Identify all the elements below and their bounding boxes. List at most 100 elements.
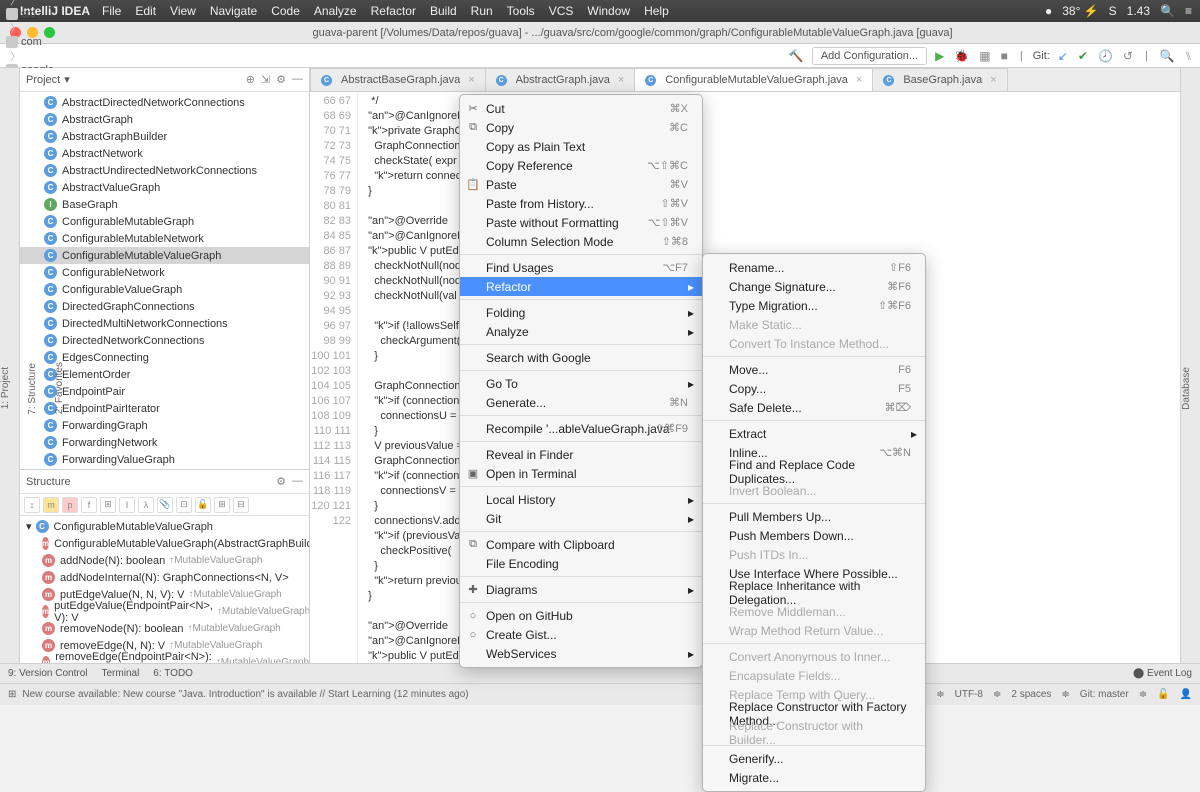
structure-item[interactable]: mputEdgeValue(EndpointPair<N>, V): V↑Mut… bbox=[20, 603, 309, 620]
menu-item[interactable]: Find and Replace Code Duplicates... bbox=[703, 462, 925, 481]
menu-item[interactable]: ○Open on GitHub bbox=[460, 606, 702, 625]
breadcrumb-item[interactable]: src bbox=[6, 8, 180, 20]
run-icon[interactable]: ▶ bbox=[933, 49, 946, 63]
menu-analyze[interactable]: Analyze bbox=[314, 4, 357, 18]
menu-item[interactable]: 📋Paste⌘V bbox=[460, 175, 702, 194]
editor-tab[interactable]: CConfigurableMutableValueGraph.java× bbox=[634, 68, 873, 91]
tool-tab[interactable]: 7: Structure bbox=[27, 363, 38, 415]
tool-tab[interactable]: 1: Project bbox=[0, 367, 11, 409]
menu-code[interactable]: Code bbox=[271, 4, 300, 18]
filter-icon[interactable]: I bbox=[119, 497, 135, 513]
editor-tab[interactable]: CBaseGraph.java× bbox=[872, 68, 1007, 91]
structure-root[interactable]: ConfigurableMutableValueGraph bbox=[54, 521, 213, 533]
tool-tab[interactable]: 2: Favorites bbox=[54, 362, 65, 414]
menu-item[interactable]: Git▸ bbox=[460, 509, 702, 528]
lock-icon[interactable]: 🔓 bbox=[1157, 689, 1169, 700]
version-control-tool[interactable]: 9: Version Control bbox=[8, 668, 88, 679]
structure-item[interactable]: mremoveNode(N): boolean↑MutableValueGrap… bbox=[20, 620, 309, 637]
editor-context-menu[interactable]: ✂Cut⌘X⧉Copy⌘CCopy as Plain TextCopy Refe… bbox=[459, 94, 703, 668]
menu-item[interactable]: ⧉Compare with Clipboard bbox=[460, 535, 702, 554]
close-tab-icon[interactable]: × bbox=[618, 74, 624, 86]
menu-item[interactable]: Type Migration...⇧⌘F6 bbox=[703, 296, 925, 315]
menu-icon[interactable]: ≡ bbox=[1185, 4, 1192, 18]
settings-gear-icon[interactable]: ⚙ bbox=[276, 73, 286, 86]
menu-item[interactable]: File Encoding bbox=[460, 554, 702, 573]
refactor-submenu[interactable]: Rename...⇧F6Change Signature...⌘F6Type M… bbox=[702, 253, 926, 792]
collapse-all-icon[interactable]: ⇲ bbox=[261, 73, 270, 86]
terminal-tool[interactable]: Terminal bbox=[102, 668, 140, 679]
ide-settings-icon[interactable]: ⑊ bbox=[1183, 49, 1194, 63]
menu-item[interactable]: Paste from History...⇧⌘V bbox=[460, 194, 702, 213]
tree-item[interactable]: CDirectedGraphConnections bbox=[20, 298, 309, 315]
vcs-revert-icon[interactable]: ↺ bbox=[1121, 49, 1135, 63]
close-tab-icon[interactable]: × bbox=[856, 74, 862, 86]
filter-icon[interactable]: p bbox=[62, 497, 78, 513]
menu-tools[interactable]: Tools bbox=[507, 4, 535, 18]
menu-item[interactable]: Generate...⌘N bbox=[460, 393, 702, 412]
menu-item[interactable]: Extract▸ bbox=[703, 424, 925, 443]
menu-item[interactable]: ⧉Copy⌘C bbox=[460, 118, 702, 137]
menu-item[interactable]: Find Usages⌥F7 bbox=[460, 258, 702, 277]
menu-build[interactable]: Build bbox=[430, 4, 457, 18]
menu-item[interactable]: ✚Diagrams▸ bbox=[460, 580, 702, 599]
menu-item[interactable]: Local History▸ bbox=[460, 490, 702, 509]
menu-item[interactable]: ▣Open in Terminal bbox=[460, 464, 702, 483]
menu-item[interactable]: Copy...F5 bbox=[703, 379, 925, 398]
menu-item[interactable]: Column Selection Mode⇧⌘8 bbox=[460, 232, 702, 251]
tree-item[interactable]: CDirectedNetworkConnections bbox=[20, 332, 309, 349]
filter-icon[interactable]: f bbox=[81, 497, 97, 513]
run-config-dropdown[interactable]: Add Configuration... bbox=[812, 47, 927, 65]
tree-item[interactable]: IBaseGraph bbox=[20, 196, 309, 213]
settings-gear-icon[interactable]: ⚙ bbox=[276, 475, 286, 488]
menu-item[interactable]: Recompile '...ableValueGraph.java'⇧⌘F9 bbox=[460, 419, 702, 438]
menu-item[interactable]: Replace Inheritance with Delegation... bbox=[703, 583, 925, 602]
menu-item[interactable]: Safe Delete...⌘⌦ bbox=[703, 398, 925, 417]
editor-tab[interactable]: CAbstractGraph.java× bbox=[485, 68, 636, 91]
menu-item[interactable]: Pull Members Up... bbox=[703, 507, 925, 526]
toggle-tools-icon[interactable]: ⊞ bbox=[8, 689, 16, 700]
tree-item[interactable]: CAbstractGraph bbox=[20, 111, 309, 128]
vcs-history-icon[interactable]: 🕗 bbox=[1096, 49, 1115, 63]
menu-item[interactable]: ○Create Gist... bbox=[460, 625, 702, 644]
wifi-icon[interactable]: S bbox=[1109, 4, 1117, 18]
structure-item[interactable]: maddNodeInternal(N): GraphConnections<N,… bbox=[20, 569, 309, 586]
build-icon[interactable]: 🔨 bbox=[787, 49, 806, 63]
expand-icon[interactable]: ⊞ bbox=[214, 497, 230, 513]
menu-refactor[interactable]: Refactor bbox=[371, 4, 416, 18]
tree-item[interactable]: CDirectedMultiNetworkConnections bbox=[20, 315, 309, 332]
menu-navigate[interactable]: Navigate bbox=[210, 4, 257, 18]
tree-item[interactable]: CConfigurableMutableNetwork bbox=[20, 230, 309, 247]
menu-help[interactable]: Help bbox=[644, 4, 669, 18]
structure-item[interactable]: maddNode(N): boolean↑MutableValueGraph bbox=[20, 552, 309, 569]
status-git-branch[interactable]: Git: master bbox=[1080, 689, 1129, 700]
menu-item[interactable]: WebServices▸ bbox=[460, 644, 702, 663]
status-indent[interactable]: 2 spaces bbox=[1011, 689, 1051, 700]
tree-item[interactable]: CAbstractGraphBuilder bbox=[20, 128, 309, 145]
structure-item[interactable]: mConfigurableMutableValueGraph(AbstractG… bbox=[20, 535, 309, 552]
menu-run[interactable]: Run bbox=[471, 4, 493, 18]
search-everywhere-icon[interactable]: 🔍 bbox=[1158, 49, 1177, 63]
tree-item[interactable]: CForwardingGraph bbox=[20, 417, 309, 434]
menu-item[interactable]: Folding▸ bbox=[460, 303, 702, 322]
sort-icon[interactable]: ↕ bbox=[24, 497, 40, 513]
menu-item[interactable]: Reveal in Finder bbox=[460, 445, 702, 464]
editor-tab[interactable]: CAbstractBaseGraph.java× bbox=[310, 68, 486, 91]
vcs-commit-icon[interactable]: ✔ bbox=[1076, 49, 1090, 63]
menu-item[interactable]: Refactor▸ bbox=[460, 277, 702, 296]
menu-item[interactable]: Copy Reference⌥⇧⌘C bbox=[460, 156, 702, 175]
hide-panel-icon[interactable]: — bbox=[292, 475, 303, 488]
clock[interactable]: 1.43 bbox=[1127, 4, 1150, 18]
project-view-dropdown[interactable]: Project bbox=[26, 74, 60, 86]
menu-item[interactable]: Search with Google bbox=[460, 348, 702, 367]
filter-icon[interactable]: ⊡ bbox=[176, 497, 192, 513]
tree-item[interactable]: CAbstractUndirectedNetworkConnections bbox=[20, 162, 309, 179]
menu-item[interactable]: Go To▸ bbox=[460, 374, 702, 393]
tree-item[interactable]: CAbstractNetwork bbox=[20, 145, 309, 162]
todo-tool[interactable]: 6: TODO bbox=[153, 668, 193, 679]
menu-item[interactable]: Rename...⇧F6 bbox=[703, 258, 925, 277]
menu-item[interactable]: Generify... bbox=[703, 749, 925, 768]
spotlight-icon[interactable]: 🔍 bbox=[1160, 4, 1175, 18]
filter-icon[interactable]: λ bbox=[138, 497, 154, 513]
event-log-tool[interactable]: ⬤ Event Log bbox=[1133, 668, 1192, 679]
menu-item[interactable]: Analyze▸ bbox=[460, 322, 702, 341]
